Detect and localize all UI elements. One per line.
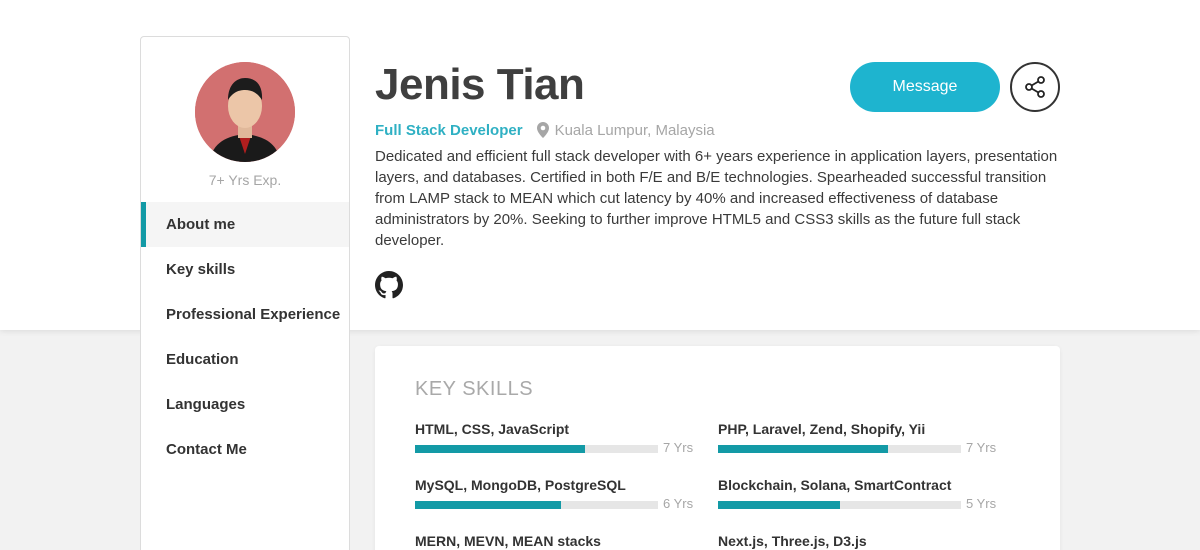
profile-bio: Dedicated and efficient full stack devel…: [375, 148, 1058, 249]
sidebar-item-languages[interactable]: Languages: [141, 382, 349, 427]
experience-label: 7+ Yrs Exp.: [208, 172, 282, 188]
profile-name: Jenis Tian: [375, 60, 585, 109]
skill-years: 7 Yrs: [663, 440, 694, 455]
skill-years: 5 Yrs: [966, 496, 997, 511]
key-skills-card: KEY SKILLS HTML, CSS, JavaScript 7 Yrs P…: [375, 346, 1060, 550]
avatar-photo: [195, 62, 295, 162]
profile-location: Kuala Lumpur, Malaysia: [554, 121, 715, 139]
profile-role: Full Stack Developer: [375, 121, 523, 139]
skill-name: MySQL, MongoDB, PostgreSQL: [415, 477, 626, 493]
skill-name: Blockchain, Solana, SmartContract: [718, 477, 952, 493]
skill-bar-fill: [415, 445, 586, 453]
skill-item: Blockchain, Solana, SmartContract 5 Yrs: [718, 477, 998, 517]
key-skills-heading: KEY SKILLS: [415, 378, 534, 400]
skill-item: MySQL, MongoDB, PostgreSQL 6 Yrs: [415, 477, 695, 517]
sidebar-item-about-me[interactable]: About me: [141, 202, 349, 247]
share-icon: [1025, 76, 1045, 98]
sidebar-item-education[interactable]: Education: [141, 337, 349, 382]
skill-item: MERN, MEVN, MEAN stacks: [415, 533, 695, 550]
sidebar-item-professional-experience[interactable]: Professional Experience: [141, 292, 349, 337]
sidebar-item-key-skills[interactable]: Key skills: [141, 247, 349, 292]
avatar: [195, 62, 295, 162]
skill-name: Next.js, Three.js, D3.js: [718, 533, 867, 549]
title-row: Full Stack Developer Kuala Lumpur, Malay…: [375, 120, 715, 140]
profile-sidebar: 7+ Yrs Exp. About me Key skills Professi…: [140, 36, 350, 550]
github-icon[interactable]: [375, 271, 403, 299]
skill-bar-fill: [718, 445, 889, 453]
skill-item: HTML, CSS, JavaScript 7 Yrs: [415, 421, 695, 461]
skill-bar: [415, 501, 658, 509]
skill-name: PHP, Laravel, Zend, Shopify, Yii: [718, 421, 926, 437]
skill-years: 6 Yrs: [663, 496, 694, 511]
location-pin-icon: [536, 122, 549, 138]
skill-item: Next.js, Three.js, D3.js: [718, 533, 998, 550]
sidebar-nav: About me Key skills Professional Experie…: [141, 202, 349, 472]
skill-item: PHP, Laravel, Zend, Shopify, Yii 7 Yrs: [718, 421, 998, 461]
skill-bar: [718, 445, 961, 453]
message-button[interactable]: Message: [850, 62, 1000, 112]
skill-bar: [415, 445, 658, 453]
skill-bar: [718, 501, 961, 509]
sidebar-item-contact-me[interactable]: Contact Me: [141, 427, 349, 472]
skill-bar-fill: [718, 501, 840, 509]
skill-years: 7 Yrs: [966, 440, 997, 455]
skill-name: HTML, CSS, JavaScript: [415, 421, 570, 437]
share-button[interactable]: [1010, 62, 1060, 112]
skill-bar-fill: [415, 501, 561, 509]
skill-name: MERN, MEVN, MEAN stacks: [415, 533, 601, 549]
